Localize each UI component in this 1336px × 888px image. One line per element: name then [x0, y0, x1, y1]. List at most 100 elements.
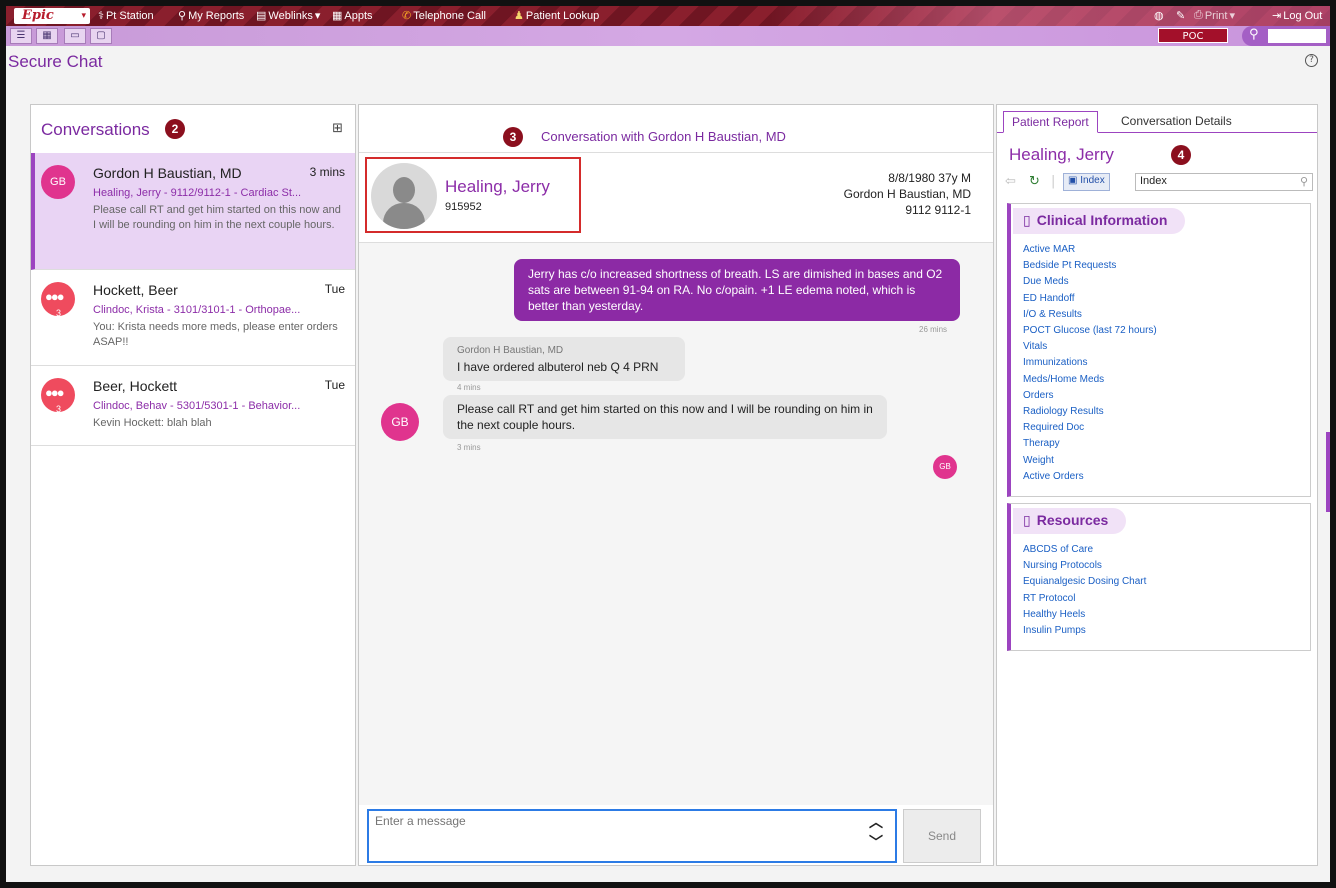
- my-reports-button[interactable]: ⚲ My Reports: [178, 9, 244, 23]
- section-title: Clinical Information: [1036, 212, 1168, 228]
- clinical-links: Active MAR Bedside Pt Requests Due Meds …: [1023, 242, 1157, 485]
- report-link[interactable]: Due Meds: [1023, 274, 1157, 290]
- conversation-item[interactable]: ●●● 3 Beer, Hockett Tue Clindoc, Behav - …: [31, 366, 355, 446]
- report-link[interactable]: POCT Glucose (last 72 hours): [1023, 323, 1157, 339]
- conversation-preview: Please call RT and get him started on th…: [93, 204, 341, 231]
- appts-label: Appts: [344, 9, 373, 22]
- report-link[interactable]: Vitals: [1023, 339, 1157, 355]
- tab-conversation-details[interactable]: Conversation Details: [1113, 111, 1240, 133]
- patient-header-highlight[interactable]: Healing, Jerry 915952: [365, 157, 581, 233]
- logout-button[interactable]: ⇥ Log Out: [1272, 9, 1323, 23]
- tab-patient-report[interactable]: Patient Report: [1003, 111, 1098, 133]
- resource-link[interactable]: ABCDS of Care: [1023, 542, 1146, 558]
- scroll-arrows-icon[interactable]: ︿ ﹀: [869, 813, 883, 853]
- sidebar-collapse-handle[interactable]: [1326, 432, 1330, 512]
- logout-label: Log Out: [1283, 9, 1323, 22]
- weblinks-button[interactable]: ▤ Weblinks ▾: [256, 9, 321, 23]
- printer-icon: ⎙: [1194, 9, 1203, 21]
- patient-lookup-label: Patient Lookup: [525, 9, 600, 22]
- secure-chat-button[interactable]: ▢: [90, 28, 112, 44]
- report-link[interactable]: Orders: [1023, 388, 1157, 404]
- group-count: 3: [56, 308, 62, 318]
- message-time: 3 mins: [457, 443, 481, 452]
- globe-button[interactable]: ◍: [1154, 9, 1164, 22]
- report-link[interactable]: Therapy: [1023, 436, 1157, 452]
- send-button[interactable]: Send: [903, 809, 981, 863]
- report-link[interactable]: Bedside Pt Requests: [1023, 258, 1157, 274]
- report-link[interactable]: I/O & Results: [1023, 307, 1157, 323]
- globe-icon: ◍: [1154, 10, 1164, 22]
- chat-panel: 3 Conversation with Gordon H Baustian, M…: [358, 104, 994, 866]
- schedule-button[interactable]: ▦: [36, 28, 58, 44]
- composer: ︿﹀ Send: [359, 805, 993, 865]
- telephone-call-button[interactable]: ✆ Telephone Call: [402, 9, 486, 23]
- resource-link[interactable]: Healthy Heels: [1023, 607, 1146, 623]
- conversation-name: Gordon H Baustian, MD: [93, 165, 242, 181]
- weblinks-label: Weblinks: [268, 9, 313, 22]
- patient-lookup-button[interactable]: ♟ Patient Lookup: [514, 9, 600, 23]
- conversation-time: Tue: [324, 282, 345, 296]
- refresh-icon[interactable]: ↻: [1029, 174, 1040, 189]
- back-arrow-icon[interactable]: ⇦: [1005, 174, 1016, 189]
- section-header: ▯ Resources: [1013, 508, 1127, 534]
- conversations-panel: Conversations 2 ⊞ GB Gordon H Baustian, …: [30, 104, 356, 866]
- resource-links: ABCDS of Care Nursing Protocols Equianal…: [1023, 542, 1146, 639]
- message-input[interactable]: [367, 809, 897, 863]
- conversations-header: Conversations: [41, 120, 150, 139]
- epic-window: Epic ▾ ⚕ Pt Station ⚲ My Reports ▤ Weblinks ▾…: [6, 6, 1330, 882]
- message-thread: Jerry has c/o increased shortness of bre…: [359, 243, 993, 805]
- report-link[interactable]: Radiology Results: [1023, 404, 1157, 420]
- new-conversation-icon[interactable]: ⊞: [332, 121, 343, 136]
- index-search-input[interactable]: Index ⚲: [1135, 173, 1313, 191]
- chevron-down-icon: ▾: [314, 10, 321, 22]
- conversation-patient: Clindoc, Krista - 3101/3101-1 - Orthopae…: [93, 304, 301, 316]
- resource-link[interactable]: Insulin Pumps: [1023, 623, 1146, 639]
- tools-button[interactable]: ✎: [1176, 9, 1185, 22]
- epic-search-input[interactable]: [1268, 29, 1326, 43]
- index-button[interactable]: ▣ Index: [1063, 173, 1110, 191]
- help-icon[interactable]: ?: [1305, 54, 1318, 67]
- book-icon: ▯: [1023, 512, 1031, 528]
- conversation-item[interactable]: GB Gordon H Baustian, MD 3 mins Healing,…: [31, 153, 355, 270]
- resource-link[interactable]: Nursing Protocols: [1023, 558, 1146, 574]
- print-label: Print: [1204, 9, 1228, 22]
- print-button[interactable]: ⎙ Print ▾: [1194, 9, 1235, 22]
- page-title: Secure Chat: [8, 52, 103, 71]
- read-receipt-avatar: GB: [933, 455, 957, 479]
- appts-button[interactable]: ▦ Appts: [332, 9, 373, 23]
- chat-icon: ▢: [96, 30, 106, 41]
- appointments-icon: ▦: [332, 10, 343, 22]
- report-link[interactable]: Weight: [1023, 453, 1157, 469]
- report-link[interactable]: Active Orders: [1023, 469, 1157, 485]
- report-link[interactable]: ED Handoff: [1023, 291, 1157, 307]
- message-text: Please call RT and get him started on th…: [457, 402, 873, 432]
- patient-provider: Gordon H Baustian, MD: [843, 187, 971, 201]
- conversation-item[interactable]: ●●● 3 Hockett, Beer Tue Clindoc, Krista -…: [31, 270, 355, 366]
- epic-menu-button[interactable]: Epic ▾: [14, 8, 90, 24]
- pt-station-icon: ⚕: [98, 10, 104, 22]
- report-link[interactable]: Required Doc: [1023, 420, 1157, 436]
- message-sender: Gordon H Baustian, MD: [457, 345, 564, 356]
- group-avatar: ●●● 3: [41, 378, 75, 414]
- reports-button[interactable]: ▭: [64, 28, 86, 44]
- patient-report-panel: Patient Report Conversation Details Heal…: [996, 104, 1318, 866]
- epic-search[interactable]: ⚲: [1242, 26, 1330, 46]
- group-avatar: ●●● 3: [41, 282, 75, 318]
- report-link[interactable]: Active MAR: [1023, 242, 1157, 258]
- patient-list-icon: ☰: [16, 30, 26, 41]
- clinical-information-section: ▯ Clinical Information Active MAR Bedside…: [1007, 203, 1311, 497]
- resource-link[interactable]: Equianalgesic Dosing Chart: [1023, 574, 1146, 590]
- patient-name[interactable]: Healing, Jerry: [445, 177, 550, 197]
- pt-station-button[interactable]: ⚕ Pt Station: [98, 9, 154, 23]
- patient-list-button[interactable]: ☰: [10, 28, 32, 44]
- index-icon: ▣: [1068, 175, 1081, 186]
- top-menu-bar: Epic ▾ ⚕ Pt Station ⚲ My Reports ▤ Weblinks ▾…: [6, 6, 1330, 26]
- message-time: 26 mins: [919, 325, 948, 334]
- conversation-patient: Healing, Jerry - 9112/9112-1 - Cardiac S…: [93, 187, 302, 199]
- report-link[interactable]: Meds/Home Meds: [1023, 372, 1157, 388]
- report-link[interactable]: Immunizations: [1023, 355, 1157, 371]
- outgoing-message: Jerry has c/o increased shortness of bre…: [514, 259, 960, 321]
- chart-icon: ▭: [70, 30, 80, 41]
- chat-header: 3 Conversation with Gordon H Baustian, M…: [359, 105, 993, 153]
- resource-link[interactable]: RT Protocol: [1023, 591, 1146, 607]
